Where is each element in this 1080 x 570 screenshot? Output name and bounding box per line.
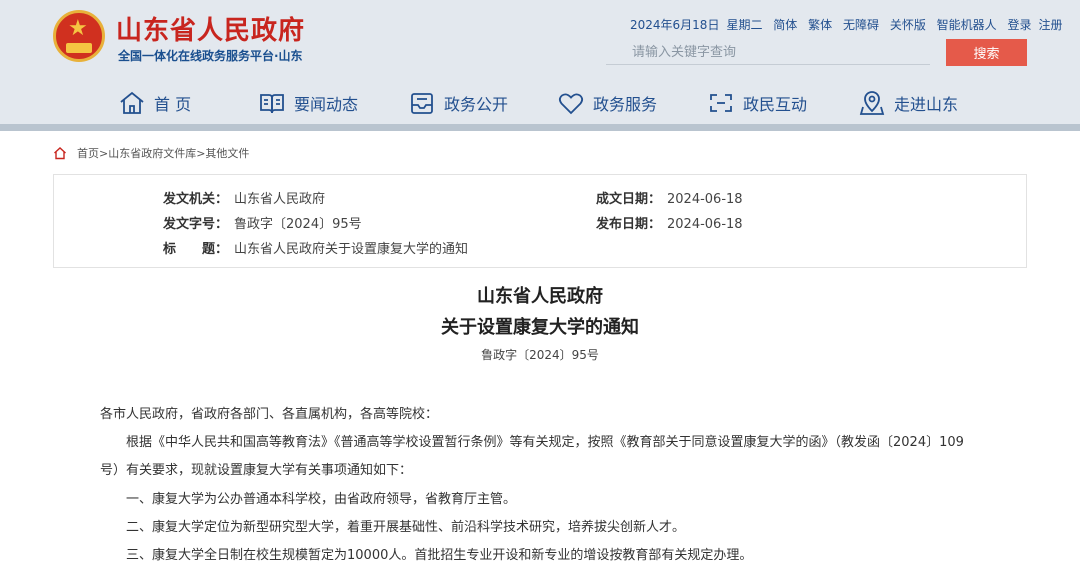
main-nav: 首 页 要闻动态 政务公开 政务服务 政民互动 走进山东 — [0, 86, 1080, 122]
meta-label: 发文机关： — [163, 192, 229, 207]
link-chatbot[interactable]: 智能机器人 — [937, 18, 997, 32]
map-pin-icon — [859, 91, 885, 115]
link-accessibility[interactable]: 无障碍 — [843, 18, 879, 32]
nav-label: 政务服务 — [593, 95, 658, 114]
meta-value: 山东省人民政府 — [234, 192, 326, 207]
nav-label: 首 页 — [154, 95, 192, 114]
document-metadata: 发文机关： 山东省人民政府 成文日期： 2024-06-18 发文字号： 鲁政字〔20… — [53, 174, 1027, 268]
heart-icon — [558, 93, 584, 115]
document-number: 鲁政字〔2024〕95号 — [481, 348, 599, 362]
meta-value: 鲁政字〔2024〕95号 — [234, 217, 362, 232]
home-icon — [120, 91, 144, 114]
header-divider — [0, 124, 1080, 131]
item-3: 三、康复大学全日制在校生规模暂定为10000人。首批招生专业开设和新专业的增设按… — [126, 548, 753, 563]
current-weekday: 星期二 — [726, 18, 763, 32]
home-icon — [54, 147, 66, 160]
nav-label: 走进山东 — [894, 95, 959, 114]
site-title[interactable]: 山东省人民政府 — [116, 10, 305, 47]
book-icon — [260, 94, 284, 114]
link-login[interactable]: 登录 — [1008, 18, 1032, 32]
meta-label: 标 题： — [163, 242, 229, 257]
meta-doc-no: 发文字号： 鲁政字〔2024〕95号 — [163, 213, 362, 232]
link-register[interactable]: 注册 — [1039, 18, 1063, 32]
item-2: 二、康复大学定位为新型研究型大学，着重开展基础性、前沿科学技术研究，培养拔尖创新… — [126, 520, 686, 535]
nav-item-interaction[interactable]: 政民互动 — [707, 86, 807, 120]
meta-published: 发布日期： 2024-06-18 — [596, 213, 743, 232]
salutation: 各市人民政府，省政府各部门、各直属机构，各高等院校： — [100, 407, 439, 422]
inbox-icon — [411, 93, 433, 114]
nav-label: 政务公开 — [444, 95, 509, 114]
meta-value: 2024-06-18 — [667, 192, 743, 207]
link-simplified[interactable]: 简体 — [773, 18, 797, 32]
paragraph-1-line-1: 根据《中华人民共和国高等教育法》《普通高等学校设置暂行条例》等有关规定，按照《教… — [126, 435, 964, 450]
link-elderly-mode[interactable]: 关怀版 — [890, 18, 926, 32]
nav-item-home[interactable]: 首 页 — [118, 86, 191, 120]
document-title-line2: 关于设置康复大学的通知 — [441, 317, 639, 338]
paragraph-1-line-2: 号）有关要求，现就设置康复大学有关事项通知如下： — [100, 463, 413, 478]
breadcrumb-path[interactable]: 首页>山东省政府文件库>其他文件 — [77, 145, 249, 161]
interaction-icon — [710, 94, 732, 112]
document-title-line1: 山东省人民政府 — [477, 286, 603, 307]
meta-created: 成文日期： 2024-06-18 — [596, 188, 743, 207]
meta-value: 2024-06-18 — [667, 217, 743, 232]
current-date: 2024年6月18日 — [630, 18, 720, 32]
nav-item-shandong[interactable]: 走进山东 — [858, 86, 958, 120]
nav-item-news[interactable]: 要闻动态 — [258, 86, 358, 120]
nav-item-services[interactable]: 政务服务 — [557, 86, 657, 120]
meta-issuer: 发文机关： 山东省人民政府 — [163, 188, 325, 207]
national-emblem-icon: ★ — [53, 10, 105, 62]
meta-label: 成文日期： — [596, 192, 662, 207]
nav-label: 要闻动态 — [294, 95, 359, 114]
meta-title: 标 题： 山东省人民政府关于设置康复大学的通知 — [163, 238, 468, 257]
link-traditional[interactable]: 繁体 — [808, 18, 832, 32]
meta-label: 发文字号： — [163, 217, 229, 232]
utility-bar: 2024年6月18日 星期二 简体 繁体 无障碍 关怀版 智能机器人 登录 注册 — [630, 16, 1063, 33]
meta-label: 发布日期： — [596, 217, 662, 232]
item-1: 一、康复大学为公办普通本科学校，由省政府领导，省教育厅主管。 — [126, 492, 517, 507]
site-subtitle: 全国一体化在线政务服务平台·山东 — [118, 49, 303, 63]
nav-item-gov-affairs[interactable]: 政务公开 — [408, 86, 508, 120]
nav-label: 政民互动 — [743, 95, 808, 114]
search-input[interactable] — [606, 40, 930, 65]
meta-value: 山东省人民政府关于设置康复大学的通知 — [234, 242, 469, 257]
breadcrumb: 首页>山东省政府文件库>其他文件 — [53, 145, 249, 161]
search-button[interactable]: 搜索 — [946, 39, 1027, 66]
